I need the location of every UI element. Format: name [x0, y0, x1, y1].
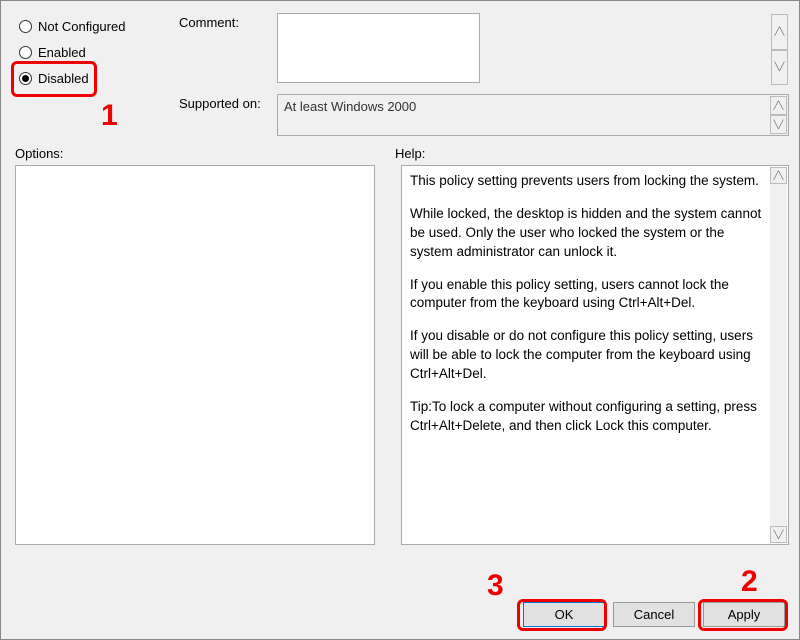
radio-label: Enabled [38, 45, 86, 60]
apply-button[interactable]: Apply [703, 602, 785, 627]
radio-not-configured[interactable]: Not Configured [15, 13, 165, 39]
dialog-button-bar: OK Cancel Apply [523, 602, 785, 627]
policy-state-radio-group: Not Configured Enabled Disabled [15, 13, 165, 136]
help-panel: This policy setting prevents users from … [401, 165, 789, 545]
scroll-down-icon[interactable]: ╲╱ [770, 526, 787, 543]
radio-icon [19, 20, 32, 33]
help-paragraph: While locked, the desktop is hidden and … [410, 205, 766, 262]
comment-label: Comment: [179, 13, 267, 86]
options-panel [15, 165, 375, 545]
spinner-down-icon[interactable]: ╲╱ [770, 115, 787, 134]
help-paragraph: If you enable this policy setting, users… [410, 276, 766, 314]
radio-disabled[interactable]: Disabled [15, 65, 165, 91]
help-heading: Help: [395, 146, 425, 161]
supported-spinner: ╱╲ ╲╱ [770, 96, 787, 134]
comment-input[interactable] [277, 13, 480, 83]
annotation-number-3: 3 [487, 569, 504, 603]
comment-spinner: ╱╲ ╲╱ [771, 14, 788, 85]
help-paragraph: If you disable or do not configure this … [410, 327, 766, 384]
help-paragraph: This policy setting prevents users from … [410, 172, 766, 191]
scroll-track[interactable] [770, 184, 787, 526]
scroll-up-icon[interactable]: ╱╲ [770, 167, 787, 184]
options-heading: Options: [15, 146, 395, 161]
supported-on-text: At least Windows 2000 [284, 99, 416, 114]
annotation-number-2: 2 [741, 565, 758, 599]
supported-on-value: At least Windows 2000 ╱╲ ╲╱ [277, 94, 789, 136]
spinner-up-icon[interactable]: ╱╲ [771, 14, 788, 50]
cancel-button[interactable]: Cancel [613, 602, 695, 627]
spinner-down-icon[interactable]: ╲╱ [771, 50, 788, 86]
radio-icon [19, 72, 32, 85]
help-scrollbar[interactable]: ╱╲ ╲╱ [770, 167, 787, 543]
help-paragraph: Tip:To lock a computer without configuri… [410, 398, 766, 436]
radio-label: Not Configured [38, 19, 125, 34]
radio-enabled[interactable]: Enabled [15, 39, 165, 65]
radio-label: Disabled [38, 71, 89, 86]
supported-on-label: Supported on: [179, 94, 267, 136]
radio-icon [19, 46, 32, 59]
ok-button[interactable]: OK [523, 602, 605, 627]
spinner-up-icon[interactable]: ╱╲ [770, 96, 787, 115]
